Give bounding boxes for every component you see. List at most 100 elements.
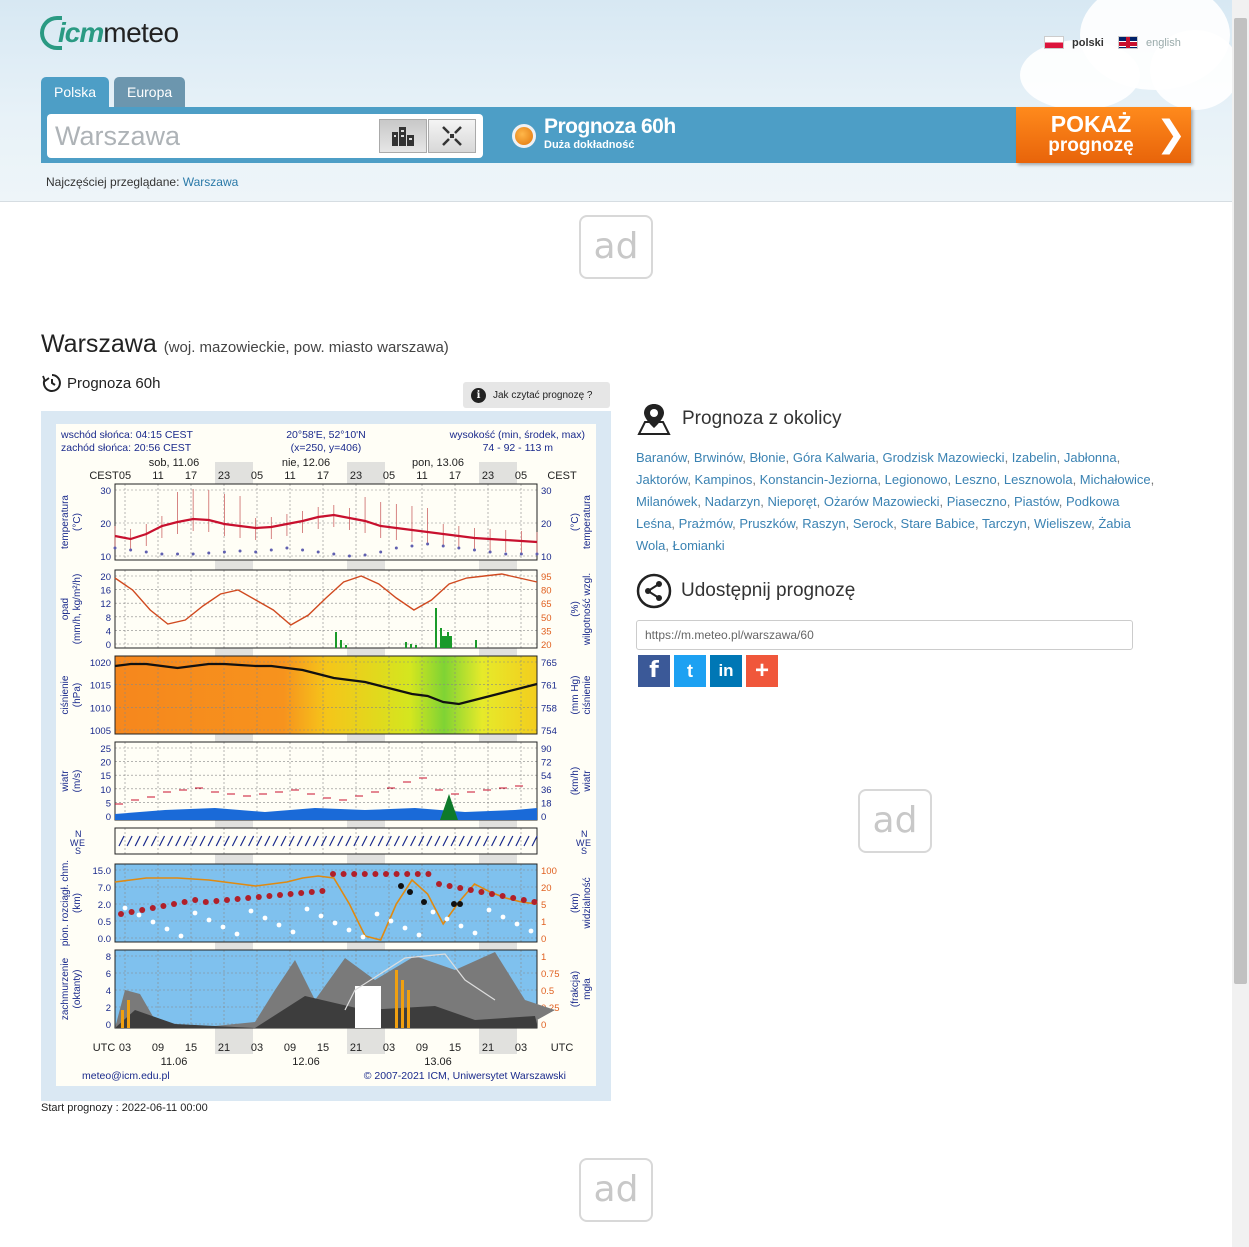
nearby-towns-list: Baranów, Brwinów, Błonie, Góra Kalwaria,… <box>636 447 1156 557</box>
nearby-town-link[interactable]: Piastów <box>1014 494 1059 509</box>
town-separator: , <box>947 472 955 487</box>
share-facebook-button[interactable]: f <box>638 655 670 687</box>
ad-placeholder[interactable]: ad <box>579 215 653 279</box>
meteogram-chart: wschód słońca: 04:15 CESTzachód słońca: … <box>60 429 593 1082</box>
nearby-town-link[interactable]: Ożarów Mazowiecki <box>824 494 940 509</box>
nearby-town-link[interactable]: Nieporęt <box>768 494 817 509</box>
cloud-decoration <box>1020 40 1140 110</box>
nearby-town-link[interactable]: Izabelin <box>1012 450 1057 465</box>
map-pin-icon <box>637 404 671 435</box>
nearby-town-link[interactable]: Tarczyn <box>982 516 1027 531</box>
share-url-field[interactable] <box>636 620 1133 650</box>
scrollbar-thumb[interactable] <box>1234 18 1247 984</box>
show-forecast-button[interactable]: POKAŻ prognozę ❯ <box>1016 107 1191 163</box>
tab-europa[interactable]: Europa <box>114 77 186 108</box>
cloud-base-dot <box>416 932 422 938</box>
dewpoint-dot <box>207 551 211 555</box>
day-label-bottom: 13.06 <box>424 1056 452 1068</box>
dewpoint-dot <box>457 546 461 550</box>
nearby-town-link[interactable]: Prażmów <box>679 516 732 531</box>
right-tick-label: 20 <box>541 640 552 651</box>
nearby-town-link[interactable]: Leszno <box>955 472 997 487</box>
nearby-town-link[interactable]: Michałowice <box>1080 472 1151 487</box>
icm-meteo-logo[interactable]: icm meteo <box>40 16 179 50</box>
tab-polska[interactable]: Polska <box>41 77 110 108</box>
nearby-town-link[interactable]: Błonie <box>749 450 785 465</box>
left-tick-label: 8 <box>106 613 111 624</box>
nearby-town-link[interactable]: Stare Babice <box>901 516 975 531</box>
meteogram-copyright: © 2007-2021 ICM, Uniwersytet Warszawski <box>364 1070 566 1082</box>
cloud-top-dot <box>489 891 495 897</box>
vertical-scrollbar[interactable] <box>1232 0 1249 1247</box>
recent-city-link[interactable]: Warszawa <box>183 175 239 189</box>
dewpoint-dot <box>144 550 148 554</box>
share-twitter-button[interactable]: t <box>674 655 706 687</box>
town-separator: , <box>1004 450 1012 465</box>
hour-tick-bottom: 15 <box>317 1042 329 1054</box>
hour-tick-top: 05 <box>515 470 527 482</box>
share-title: Udostępnij prognozę <box>681 580 856 601</box>
nearby-town-link[interactable]: Lesznowola <box>1004 472 1073 487</box>
how-to-read-button[interactable]: i Jak czytać prognozę ? <box>463 382 610 408</box>
cloud-base-dot <box>164 926 170 932</box>
hour-tick-bottom: 03 <box>383 1042 395 1054</box>
city-search-input[interactable] <box>55 118 375 154</box>
nearby-town-link[interactable]: Baranów <box>636 450 687 465</box>
cloud-top-dot <box>202 899 209 905</box>
hour-tick-top: 23 <box>482 470 494 482</box>
cloud-base-dot <box>472 930 478 936</box>
town-separator: , <box>752 472 760 487</box>
how-to-read-label: Jak czytać prognozę ? <box>493 389 593 401</box>
left-axis-unit: (°C) <box>72 513 83 531</box>
lang-english[interactable]: english <box>1118 36 1181 49</box>
cloud-top-dot <box>171 901 177 907</box>
nearby-town-link[interactable]: Brwinów <box>694 450 742 465</box>
nearby-town-link[interactable]: Grodzisk Mazowiecki <box>882 450 1004 465</box>
nearby-town-link[interactable]: Jaktorów <box>636 472 687 487</box>
right-axis-label: wilgotność wzgl. <box>582 573 593 646</box>
right-tick-label: 0 <box>541 812 546 823</box>
ad-placeholder[interactable]: ad <box>858 789 932 853</box>
nearby-town-link[interactable]: Raszyn <box>802 516 845 531</box>
nearby-town-link[interactable]: Łomianki <box>673 538 725 553</box>
city-mode-button[interactable] <box>379 119 427 153</box>
nearby-town-link[interactable]: Konstancin-Jeziorna <box>760 472 878 487</box>
hour-tick-bottom: 15 <box>185 1042 197 1054</box>
hour-tick-bottom: 21 <box>218 1042 230 1054</box>
dewpoint-dot <box>285 546 289 550</box>
share-more-button[interactable]: + <box>746 655 778 687</box>
cloud-top-dot <box>149 905 156 911</box>
left-axis-label: opad <box>60 598 71 620</box>
cloud-top-dot <box>245 895 252 901</box>
nearby-town-link[interactable]: Jabłonna <box>1064 450 1117 465</box>
nearby-town-link[interactable]: Legionowo <box>885 472 948 487</box>
nearby-town-link[interactable]: Serock <box>853 516 893 531</box>
town-separator: , <box>686 450 694 465</box>
locate-grid-button[interactable] <box>428 119 476 153</box>
cloud-base-dot <box>290 929 296 935</box>
town-separator: , <box>760 494 768 509</box>
nearby-town-link[interactable]: Milanówek <box>636 494 697 509</box>
cloud-base-dot <box>318 913 324 919</box>
share-linkedin-button[interactable]: in <box>710 655 742 687</box>
cloud-top-dot <box>287 891 294 897</box>
cloud-top-dot <box>319 888 326 894</box>
left-tick-label: 20 <box>100 572 111 583</box>
nearby-town-link[interactable]: Pruszków <box>739 516 795 531</box>
nearby-town-link[interactable]: Nadarzyn <box>705 494 761 509</box>
left-tick-label: 0 <box>106 640 111 651</box>
height-label: wysokość (min, środek, max) <box>449 429 585 441</box>
nearby-town-link[interactable]: Wieliszew <box>1034 516 1091 531</box>
right-tick-label: 36 <box>541 785 552 796</box>
cloud-top-dot <box>160 903 167 909</box>
cloud-top-dot <box>425 871 432 877</box>
fog-bar <box>401 980 404 1028</box>
cloud-top-dot <box>383 871 389 877</box>
nearby-town-link[interactable]: Kampinos <box>695 472 753 487</box>
cloud-base-dot <box>374 911 380 917</box>
nearby-town-link[interactable]: Góra Kalwaria <box>793 450 875 465</box>
ad-placeholder[interactable]: ad <box>579 1158 653 1222</box>
nearby-town-link[interactable]: Piaseczno <box>947 494 1007 509</box>
lang-polish[interactable]: polski <box>1044 36 1104 49</box>
dewpoint-dot <box>332 552 336 556</box>
